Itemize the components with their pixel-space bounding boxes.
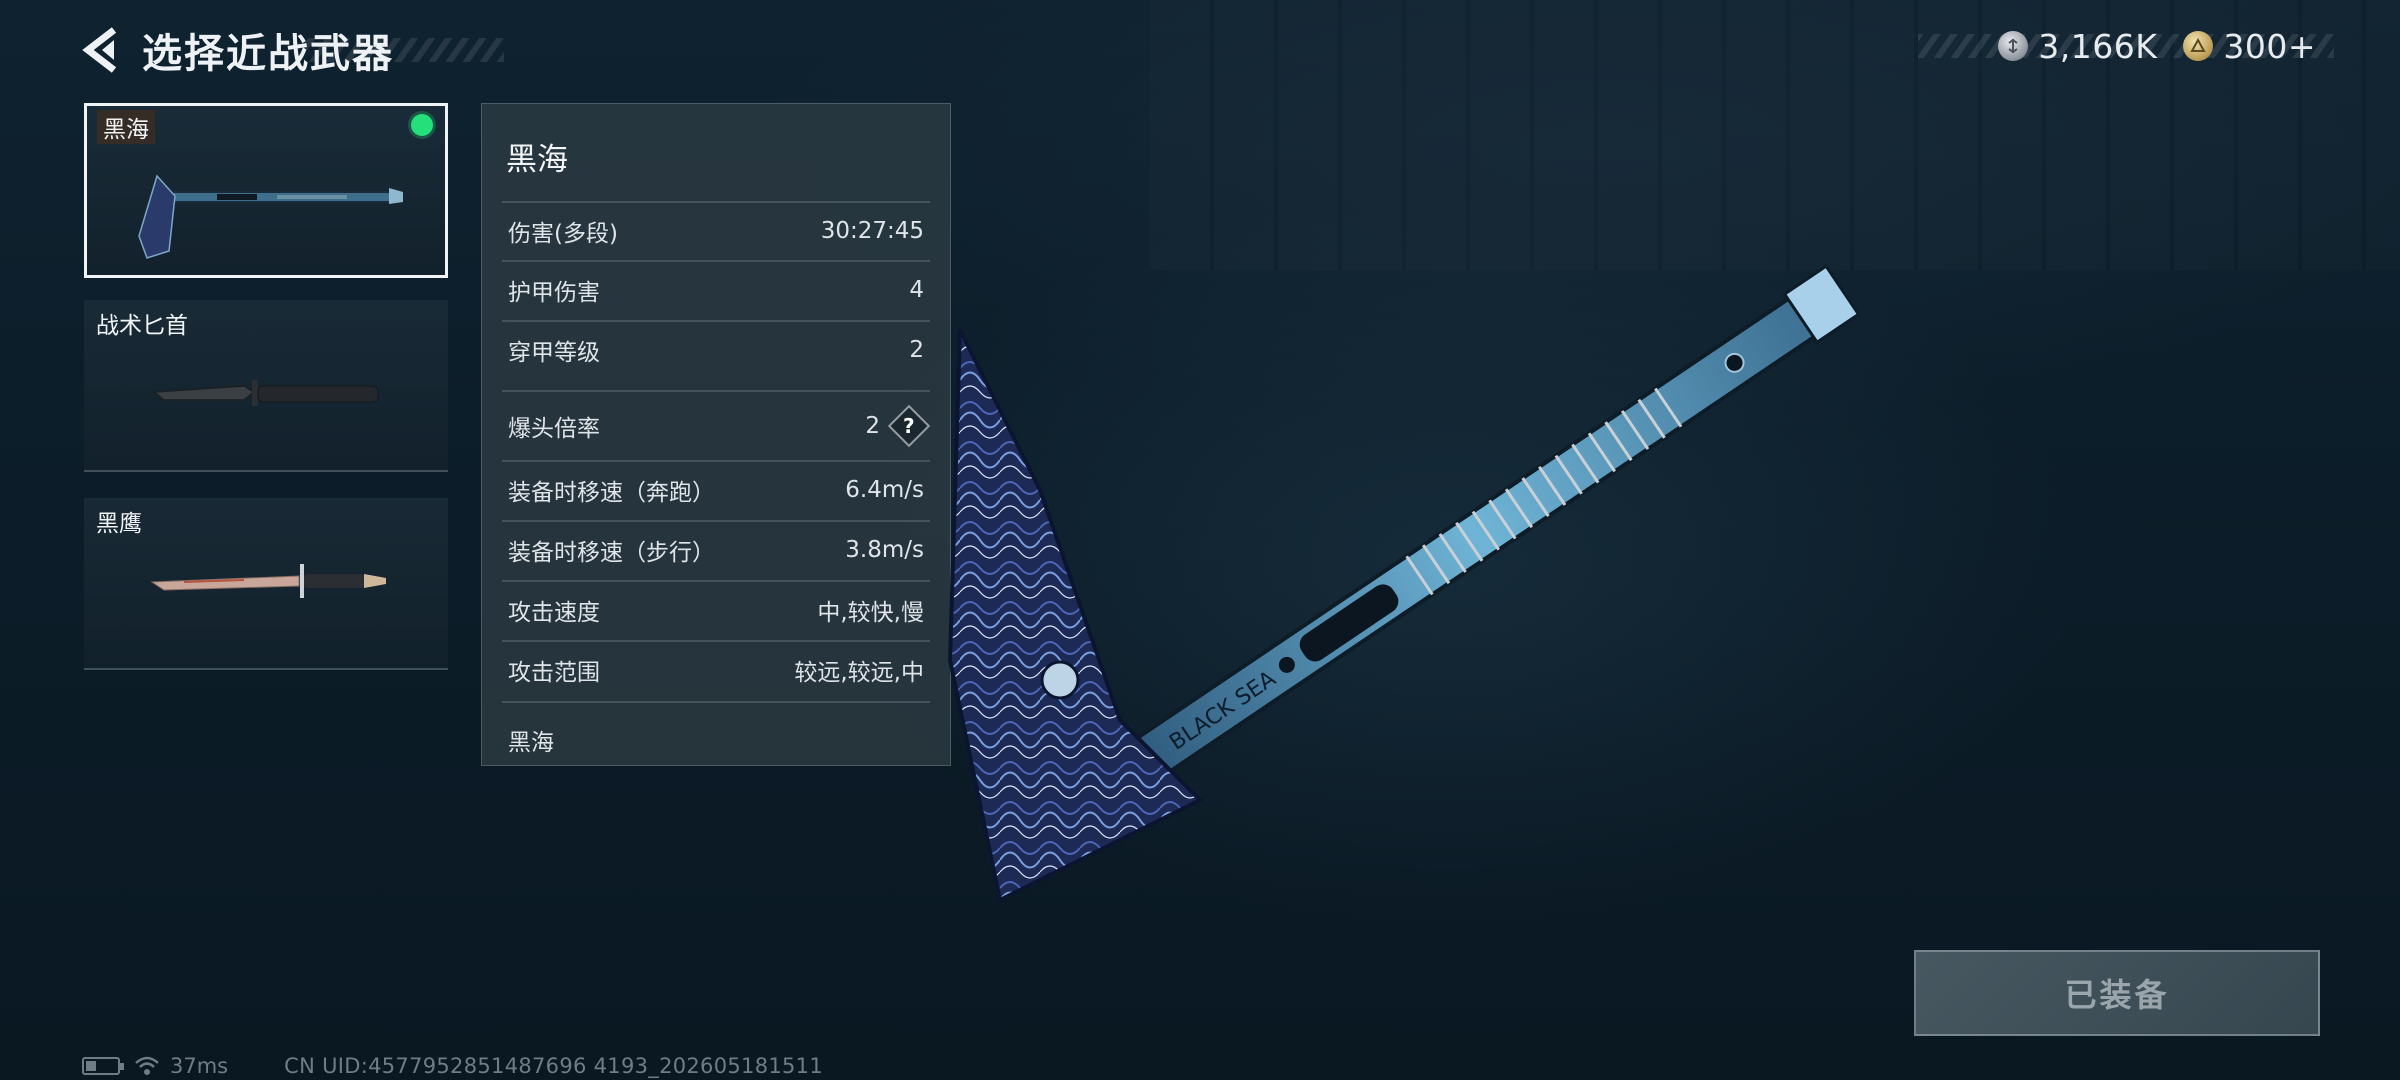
stat-row: 穿甲等级 2: [502, 320, 930, 378]
stat-value: 30:27:45: [821, 218, 924, 244]
axe-handle: BLACK SEA: [1125, 264, 1861, 784]
chevron-left-icon: [82, 27, 117, 73]
weapon-preview: BLACK SEA: [947, 264, 1861, 903]
uid-text: CN UID:4577952851487696 4193_20260518151…: [284, 1054, 824, 1078]
stats-title: 黑海: [506, 142, 568, 178]
silver-coin-icon: [1998, 31, 2029, 61]
weapon-name: 战术匕首: [96, 313, 188, 339]
stat-value-text: 6.4m/s: [845, 477, 924, 503]
back-button[interactable]: [80, 24, 124, 76]
stats-panel: 黑海 伤害(多段) 30:27:45 护甲伤害 4 穿甲等级 2 爆头倍率 2? 装备时移速（奔…: [481, 103, 951, 766]
stat-label: 装备时移速（步行）: [508, 540, 715, 566]
weapon-name: 黑鹰: [96, 511, 142, 537]
combat-knife-icon: [152, 380, 379, 406]
battery-icon: [82, 1057, 124, 1075]
stat-label: 穿甲等级: [508, 340, 600, 366]
page-title: 选择近战武器: [142, 31, 394, 77]
wifi-icon: [135, 1056, 159, 1075]
stat-value-text: 较远,较远,中: [794, 660, 924, 686]
stat-value: 中,较快,慢: [817, 593, 924, 627]
stat-row: 爆头倍率 2?: [502, 390, 931, 460]
weapon-description: 黑海: [502, 701, 930, 757]
stat-label: 装备时移速（奔跑）: [508, 480, 715, 506]
help-icon-glyph: ?: [903, 413, 915, 438]
ping-text: 37ms: [170, 1054, 229, 1078]
stat-value: 3.8m/s: [845, 537, 924, 563]
gold-coin-icon: [2183, 31, 2214, 61]
card-divider: [84, 668, 448, 670]
stat-value-text: 30:27:45: [820, 218, 924, 244]
stat-label: 爆头倍率: [508, 416, 600, 442]
stat-label: 攻击范围: [508, 660, 600, 686]
stat-row: 伤害(多段) 30:27:45: [502, 201, 930, 259]
stat-row: 攻击范围 较远,较远,中: [502, 640, 930, 698]
weapon-name: 黑海: [97, 110, 155, 144]
stat-row: 装备时移速（奔跑） 6.4m/s: [502, 460, 930, 518]
card-divider: [84, 470, 448, 472]
gold-value[interactable]: 300+: [2223, 27, 2316, 66]
equipped-button[interactable]: 已装备: [1914, 950, 2320, 1036]
stat-row: 装备时移速（步行） 3.8m/s: [502, 520, 930, 578]
weapon-card-blackhawk[interactable]: 黑鹰: [84, 498, 448, 670]
equipped-indicator: [411, 114, 433, 136]
currency-bar: 3,166K 300+: [1918, 26, 2334, 66]
title-bar: 选择近战武器: [142, 28, 504, 77]
status-bar: 37ms CN UID:4577952851487696 4193_202605…: [82, 1054, 823, 1078]
stat-value-text: 2: [865, 413, 880, 439]
stat-value: 6.4m/s: [845, 477, 924, 503]
stat-label: 伤害(多段): [508, 221, 618, 247]
dagger-icon: [150, 564, 386, 598]
stat-value: 2?: [865, 404, 931, 448]
weapon-card-tactical-knife[interactable]: 战术匕首: [84, 300, 448, 472]
header: 选择近战武器: [80, 24, 504, 77]
stat-value-text: 3.8m/s: [845, 537, 924, 563]
stat-value-text: 中,较快,慢: [817, 600, 924, 626]
stat-row: 护甲伤害 4: [502, 260, 930, 318]
stat-label: 护甲伤害: [508, 280, 600, 306]
stat-row: 攻击速度 中,较快,慢: [502, 580, 930, 638]
stat-label: 攻击速度: [508, 600, 600, 626]
axe-blade: [947, 329, 1204, 903]
equipped-label: 已装备: [2064, 976, 2170, 1014]
tactical-axe-icon: [138, 174, 403, 259]
weapon-card-blacksea[interactable]: 黑海: [84, 103, 448, 278]
stat-value: 较远,较远,中: [794, 653, 924, 687]
silver-value: 3,166K: [2038, 26, 2158, 66]
